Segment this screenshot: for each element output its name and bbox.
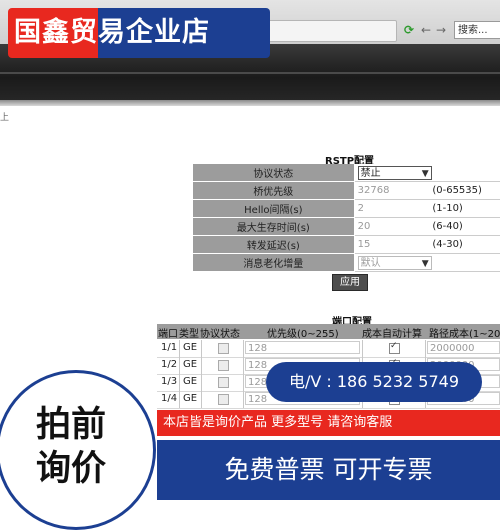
rstp-row-forward-delay: 转发延迟(s) 15 (4-30) [193,235,500,254]
search-input[interactable]: 搜索... [454,21,500,39]
circle-line-2: 询价 [36,449,107,489]
max-age-input[interactable]: 20 [354,217,431,236]
table-row: 1/1 GE 128 2000000 [157,340,500,358]
arrow-left-icon[interactable]: ← [418,22,434,38]
header-path-cost: 路径成本(1~200 [429,329,500,340]
phone-contact-badge: 电/V : 186 5232 5749 [266,362,482,402]
rstp-row-protocol-state: 协议状态 禁止 ▼ [193,164,500,182]
apply-button[interactable]: 应用 [332,274,368,291]
rstp-label: 消息老化增量 [193,253,355,272]
chevron-down-icon: ▼ [421,258,429,269]
rstp-label: 转发延迟(s) [193,235,355,254]
port-table-header: 端口 类型 协议状态 优先级(0~255) 成本自动计算 路径成本(1~200 [157,324,500,340]
invoice-promo-bar: 免费普票 可开专票 [157,440,500,500]
rstp-row-hello-interval: Hello间隔(s) 2 (1-10) [193,199,500,218]
header-auto-cost: 成本自动计算 [362,329,422,340]
protocol-state-checkbox[interactable] [218,343,229,354]
protocol-state-select[interactable]: 禁止 ▼ [357,165,432,180]
store-banner-title: 国鑫贸易企业店 [14,17,210,48]
protocol-state-checkbox[interactable] [218,360,229,371]
protocol-state-checkbox[interactable] [218,394,229,405]
page-left-mark: 上 [0,113,10,123]
refresh-icon[interactable]: ⟳ [401,22,417,38]
rstp-row-message-age-increment: 消息老化增量 默认 ▼ [193,253,500,272]
rstp-range: (6-40) [430,217,500,236]
rstp-range: (1-10) [430,199,500,218]
chevron-down-icon: ▼ [421,168,429,179]
address-bar[interactable] [260,20,397,42]
header-divider [0,100,500,106]
hello-interval-input[interactable]: 2 [354,199,431,218]
arrow-right-icon[interactable]: → [433,22,449,38]
port-id: 1/3 [161,376,178,387]
path-cost-input[interactable]: 2000000 [427,341,500,354]
header-protocol-state: 协议状态 [200,329,240,340]
port-id: 1/1 [161,342,178,353]
rstp-label: Hello间隔(s) [193,199,355,218]
inquiry-circle-text: 拍前 询价 [36,403,156,491]
port-type: GE [183,342,198,353]
rstp-config-table: 协议状态 禁止 ▼ 桥优先级 32768 (0-65535) Hello间隔(s)… [193,164,500,272]
rstp-label: 桥优先级 [193,181,355,200]
header-port: 端口 [158,329,178,340]
port-id: 1/4 [161,393,178,404]
forward-delay-input[interactable]: 15 [354,235,431,254]
inquiry-notice-bar: 本店皆是询价产品 更多型号 请咨询客服 [157,410,500,436]
port-id: 1/2 [161,359,178,370]
bridge-priority-input[interactable]: 32768 [354,181,431,200]
rstp-range: (0-65535) [430,181,500,200]
protocol-state-checkbox[interactable] [218,377,229,388]
header-type: 类型 [179,329,199,340]
port-type: GE [183,393,198,404]
port-type: GE [183,359,198,370]
rstp-row-bridge-priority: 桥优先级 32768 (0-65535) [193,181,500,200]
auto-cost-checkbox[interactable] [389,341,400,354]
message-age-increment-select[interactable]: 默认 ▼ [357,255,432,270]
priority-input[interactable]: 128 [245,341,360,354]
header-priority: 优先级(0~255) [267,329,339,340]
rstp-range: (4-30) [430,235,500,254]
circle-line-1: 拍前 [36,405,107,445]
rstp-row-max-age: 最大生存时间(s) 20 (6-40) [193,217,500,236]
rstp-label: 最大生存时间(s) [193,217,355,236]
rstp-label: 协议状态 [193,164,355,182]
port-type: GE [183,376,198,387]
